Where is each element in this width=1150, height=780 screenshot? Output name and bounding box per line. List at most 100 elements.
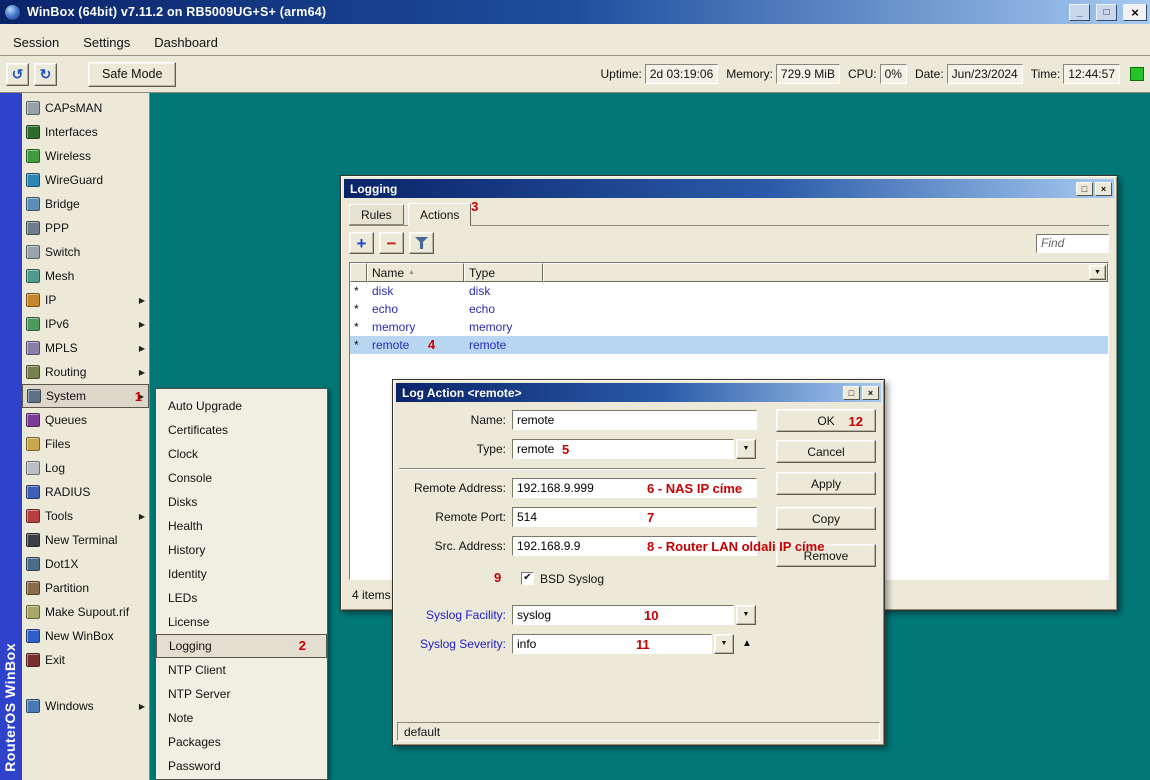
routing-icon: [26, 365, 40, 379]
submenu-item-console[interactable]: Console: [156, 466, 327, 490]
table-row-memory[interactable]: * memory memory: [350, 318, 1108, 336]
submenu-item-logging[interactable]: Logging2: [156, 634, 327, 658]
submenu-item-disks[interactable]: Disks: [156, 490, 327, 514]
sidebar-item-queues[interactable]: Queues: [22, 408, 149, 432]
menu-session[interactable]: Session: [2, 31, 70, 54]
sidebar-item-label: Switch: [45, 245, 80, 259]
annotation-2: 2: [299, 638, 306, 653]
sidebar-item-wireguard[interactable]: WireGuard: [22, 168, 149, 192]
logging-close-button[interactable]: ×: [1095, 182, 1112, 196]
chevron-down-icon: ▼: [743, 611, 750, 618]
sidebar-item-partition[interactable]: Partition: [22, 576, 149, 600]
sidebar-item-radius[interactable]: RADIUS: [22, 480, 149, 504]
sidebar-item-make-supout[interactable]: Make Supout.rif: [22, 600, 149, 624]
check-icon: ✔: [523, 573, 531, 583]
sidebar-item-wireless[interactable]: Wireless: [22, 144, 149, 168]
sidebar-item-switch[interactable]: Switch: [22, 240, 149, 264]
tab-rules[interactable]: Rules: [349, 204, 404, 225]
collapse-section-icon[interactable]: ▲: [742, 638, 752, 649]
sidebar-item-files[interactable]: Files: [22, 432, 149, 456]
undo-button[interactable]: ↺: [6, 63, 29, 86]
dialog-maximize-button[interactable]: □: [843, 386, 860, 400]
sidebar-item-tools[interactable]: Tools▶: [22, 504, 149, 528]
sidebar-item-new-terminal[interactable]: New Terminal: [22, 528, 149, 552]
dialog-close-button[interactable]: ×: [862, 386, 879, 400]
sidebar-item-ipv6[interactable]: IPv6▶: [22, 312, 149, 336]
sidebar-item-mpls[interactable]: MPLS▶: [22, 336, 149, 360]
sidebar-item-capsman[interactable]: CAPsMAN: [22, 96, 149, 120]
syslog-severity-dropdown-button[interactable]: ▼: [714, 634, 734, 654]
copy-button[interactable]: Copy: [776, 507, 876, 530]
name-input[interactable]: [512, 410, 757, 430]
row-type: remote: [464, 338, 543, 352]
sidebar-item-log[interactable]: Log: [22, 456, 149, 480]
system-submenu: Auto Upgrade Certificates Clock Console …: [155, 388, 328, 780]
tab-actions[interactable]: Actions3: [408, 203, 471, 226]
logging-maximize-button[interactable]: □: [1076, 182, 1093, 196]
sidebar-item-routing[interactable]: Routing▶: [22, 360, 149, 384]
submenu-item-clock[interactable]: Clock: [156, 442, 327, 466]
sidebar-item-exit[interactable]: Exit: [22, 648, 149, 672]
type-select[interactable]: [512, 439, 734, 459]
flag-column-header[interactable]: [350, 263, 367, 282]
submenu-item-password[interactable]: Password: [156, 754, 327, 778]
redo-button[interactable]: ↻: [34, 63, 57, 86]
syslog-facility-label: Syslog Facility:: [398, 608, 512, 622]
submenu-item-note[interactable]: Note: [156, 706, 327, 730]
close-icon: ×: [868, 388, 873, 398]
sidebar-item-windows[interactable]: Windows▶: [22, 694, 149, 718]
sidebar-item-dot1x[interactable]: Dot1X: [22, 552, 149, 576]
maximize-button[interactable]: □: [1096, 4, 1117, 21]
remove-entry-button[interactable]: −: [379, 232, 404, 254]
sidebar-item-interfaces[interactable]: Interfaces: [22, 120, 149, 144]
type-column-header[interactable]: Type: [464, 263, 543, 282]
table-row-remote[interactable]: * remote remote 4: [350, 336, 1108, 354]
sidebar-item-ppp[interactable]: PPP: [22, 216, 149, 240]
submenu-item-license[interactable]: License: [156, 610, 327, 634]
submenu-item-ntp-client[interactable]: NTP Client: [156, 658, 327, 682]
ok-button[interactable]: OK12: [776, 409, 876, 432]
row-type: disk: [464, 284, 543, 298]
submenu-item-auto-upgrade[interactable]: Auto Upgrade: [156, 394, 327, 418]
type-dropdown-button[interactable]: ▼: [736, 439, 756, 459]
cancel-button[interactable]: Cancel: [776, 440, 876, 463]
name-column-header[interactable]: Name▲: [367, 263, 464, 282]
sidebar-item-ip[interactable]: IP▶: [22, 288, 149, 312]
sidebar-item-mesh[interactable]: Mesh: [22, 264, 149, 288]
bsd-syslog-checkbox[interactable]: ✔: [521, 572, 534, 585]
safe-mode-button[interactable]: Safe Mode: [88, 62, 176, 87]
close-button[interactable]: ×: [1123, 4, 1147, 21]
filter-button[interactable]: [409, 232, 434, 254]
add-button[interactable]: +: [349, 232, 374, 254]
menu-settings[interactable]: Settings: [72, 31, 141, 54]
sidebar-item-new-winbox[interactable]: New WinBox: [22, 624, 149, 648]
sidebar-item-label: Tools: [45, 509, 73, 523]
sidebar-item-bridge[interactable]: Bridge: [22, 192, 149, 216]
remote-address-label: Remote Address:: [398, 481, 512, 495]
menu-dashboard[interactable]: Dashboard: [143, 31, 229, 54]
column-select-button[interactable]: ▼: [1089, 265, 1106, 280]
submenu-item-packages[interactable]: Packages: [156, 730, 327, 754]
find-input[interactable]: [1036, 234, 1109, 253]
syslog-severity-select[interactable]: [512, 634, 712, 654]
sidebar-item-label: Windows: [45, 699, 94, 713]
dialog-titlebar[interactable]: Log Action <remote> □ ×: [396, 383, 881, 402]
apply-button[interactable]: Apply: [776, 472, 876, 495]
submenu-item-certificates[interactable]: Certificates: [156, 418, 327, 442]
sidebar-item-system[interactable]: System▶1: [22, 384, 149, 408]
submenu-item-health[interactable]: Health: [156, 514, 327, 538]
submenu-item-identity[interactable]: Identity: [156, 562, 327, 586]
submenu-item-history[interactable]: History: [156, 538, 327, 562]
annotation-4: 4: [428, 337, 435, 352]
remote-port-input[interactable]: [512, 507, 757, 527]
submenu-item-ntp-server[interactable]: NTP Server: [156, 682, 327, 706]
table-row-echo[interactable]: * echo echo: [350, 300, 1108, 318]
submenu-item-leds[interactable]: LEDs: [156, 586, 327, 610]
table-row-disk[interactable]: * disk disk: [350, 282, 1108, 300]
maximize-icon: □: [1082, 184, 1087, 194]
logging-titlebar[interactable]: Logging □ ×: [344, 179, 1114, 198]
syslog-facility-select[interactable]: [512, 605, 734, 625]
syslog-facility-dropdown-button[interactable]: ▼: [736, 605, 756, 625]
minimize-button[interactable]: _: [1069, 4, 1090, 21]
annotation-1: 1: [135, 389, 142, 404]
